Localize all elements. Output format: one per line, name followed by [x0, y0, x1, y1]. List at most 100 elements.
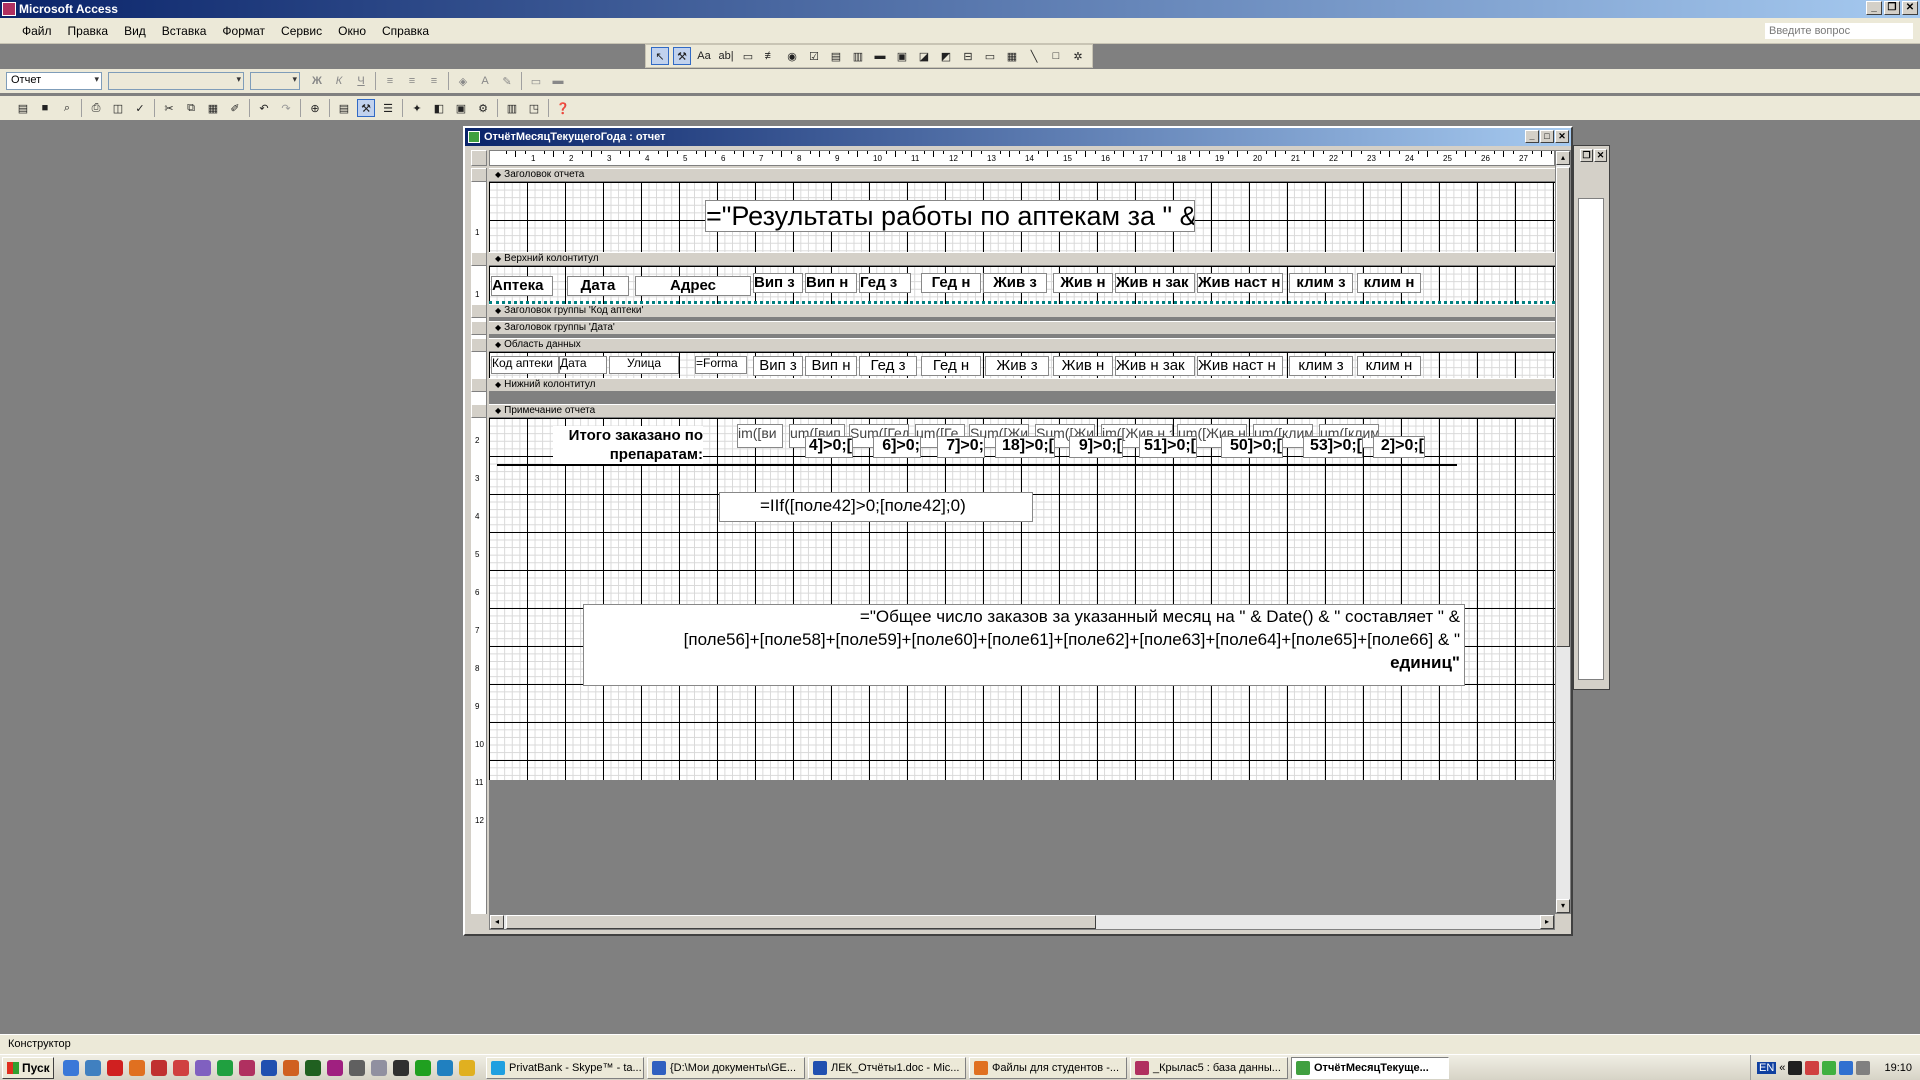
- language-indicator[interactable]: EN: [1757, 1062, 1777, 1074]
- task-report[interactable]: ОтчётМесяцТекуще...: [1291, 1056, 1449, 1079]
- report-design-surface[interactable]: ◆ Заголовок отчета ="Результаты работы по…: [489, 168, 1555, 914]
- header-label-klim-n[interactable]: клим н: [1357, 273, 1421, 293]
- more-controls-icon[interactable]: ✲: [1069, 47, 1087, 65]
- show-desktop-icon[interactable]: [85, 1059, 101, 1076]
- iif-field-zhiv-z[interactable]: 18]>0;[: [995, 436, 1055, 458]
- page-header-area[interactable]: Аптека Дата Адрес Вип з Вип н Гед з Гед …: [489, 266, 1555, 304]
- detail-field-vip-n[interactable]: Вип н: [805, 356, 857, 376]
- minimize-button[interactable]: _: [1866, 1, 1882, 15]
- section-group-header-date[interactable]: ◆ Заголовок группы 'Дата': [489, 321, 1555, 335]
- iif-expression-field[interactable]: =IIf([поле42]>0;[поле42];0): [719, 492, 1033, 522]
- app-icon[interactable]: [195, 1059, 211, 1076]
- copy-icon[interactable]: ⧉: [182, 99, 200, 117]
- menu-window[interactable]: Окно: [330, 24, 374, 38]
- restore-button[interactable]: ❐: [1884, 1, 1900, 15]
- section-selector[interactable]: [471, 378, 486, 392]
- detail-field-street[interactable]: Улица: [609, 356, 679, 374]
- header-label-ged-n[interactable]: Гед н: [921, 273, 981, 293]
- report-design-window[interactable]: ОтчётМесяцТекущегоГода : отчет _ □ ✕ 123…: [463, 126, 1573, 936]
- scroll-up-arrow-icon[interactable]: ▴: [1556, 151, 1570, 165]
- task-access-db[interactable]: _Крылас5 : база данны...: [1130, 1056, 1288, 1079]
- database-window-icon[interactable]: ▥: [503, 99, 521, 117]
- footer-divider-line[interactable]: [497, 464, 1457, 466]
- tray-icon[interactable]: [1839, 1061, 1854, 1075]
- section-selector[interactable]: [471, 304, 486, 318]
- horizontal-ruler[interactable]: 1 2 3 4 5 6 7 8 9 10 11 12 13 14 15 16 17 18 19 20 21 22 23 24 2…: [489, 150, 1555, 166]
- checkbox-tool-icon[interactable]: ☑: [805, 47, 823, 65]
- detail-field-ged-z[interactable]: Гед з: [859, 356, 917, 376]
- iif-field-klim-n[interactable]: 2]>0;[: [1373, 436, 1425, 458]
- header-label-zhiv-nast-n[interactable]: Жив наст н: [1197, 273, 1283, 293]
- help-icon[interactable]: ❓: [554, 99, 572, 117]
- iif-field-klim-z[interactable]: 53]>0;[: [1303, 436, 1363, 458]
- ask-question-input[interactable]: Введите вопрос: [1764, 22, 1914, 40]
- rectangle-tool-icon[interactable]: □: [1047, 47, 1065, 65]
- page-break-icon[interactable]: ⊟: [959, 47, 977, 65]
- section-selector[interactable]: [471, 321, 486, 335]
- header-label-zhiv-z[interactable]: Жив з: [983, 273, 1047, 293]
- task-firefox[interactable]: Файлы для студентов -...: [969, 1056, 1127, 1079]
- section-report-header[interactable]: ◆ Заголовок отчета: [489, 168, 1555, 182]
- section-selector[interactable]: [471, 338, 486, 352]
- report-close-button[interactable]: ✕: [1555, 130, 1569, 143]
- spelling-icon[interactable]: ✓: [131, 99, 149, 117]
- app-icon[interactable]: [415, 1059, 431, 1076]
- report-minimize-button[interactable]: _: [1525, 130, 1539, 143]
- combobox-tool-icon[interactable]: ▤: [827, 47, 845, 65]
- font-color-icon[interactable]: A: [476, 72, 494, 90]
- sum-field-vip-z[interactable]: im([ви: [737, 424, 783, 448]
- new-object-icon[interactable]: ◳: [525, 99, 543, 117]
- header-label-ged-z[interactable]: Гед з: [859, 273, 911, 293]
- report-footer-area[interactable]: Итого заказано по препаратам: im([ви um(…: [489, 418, 1555, 780]
- hyperlink-icon[interactable]: ⊕: [306, 99, 324, 117]
- ie-icon[interactable]: [63, 1059, 79, 1076]
- header-label-vip-n[interactable]: Вип н: [805, 273, 857, 293]
- toggle-button-icon[interactable]: ≢: [761, 47, 779, 65]
- excel-icon[interactable]: [217, 1059, 233, 1076]
- app-icon[interactable]: [349, 1059, 365, 1076]
- unbound-object-icon[interactable]: ◪: [915, 47, 933, 65]
- volume-icon[interactable]: [1856, 1061, 1871, 1075]
- app-icon[interactable]: [437, 1059, 453, 1076]
- save-icon[interactable]: ■: [36, 99, 54, 117]
- clock[interactable]: 19:10: [1884, 1062, 1912, 1074]
- section-page-header[interactable]: ◆ Верхний колонтитул: [489, 252, 1555, 266]
- file-search-icon[interactable]: ⌕: [58, 99, 76, 117]
- start-button[interactable]: Пуск: [2, 1056, 54, 1079]
- bg-close-button[interactable]: ✕: [1594, 149, 1607, 162]
- underline-icon[interactable]: Ч: [352, 72, 370, 90]
- special-effect-icon[interactable]: ▬: [549, 72, 567, 90]
- textbox-tool-icon[interactable]: ab|: [717, 47, 735, 65]
- detail-field-date[interactable]: Дата: [559, 356, 607, 374]
- opera-icon[interactable]: [107, 1059, 123, 1076]
- select-objects-icon[interactable]: ↖: [651, 47, 669, 65]
- option-group-icon[interactable]: ▭: [739, 47, 757, 65]
- iif-field-zhiv-nast[interactable]: 50]>0;[: [1221, 436, 1283, 458]
- code-icon[interactable]: ◧: [430, 99, 448, 117]
- toolbox-icon[interactable]: ⚒: [357, 99, 375, 117]
- menu-tools[interactable]: Сервис: [273, 24, 330, 38]
- command-button-icon[interactable]: ▬: [871, 47, 889, 65]
- print-icon[interactable]: ⎙: [87, 99, 105, 117]
- section-selector[interactable]: [471, 404, 486, 418]
- undo-icon[interactable]: ↶: [255, 99, 273, 117]
- summary-expression-field[interactable]: ="Общее число заказов за указанный месяц…: [583, 604, 1465, 686]
- app-icon[interactable]: [371, 1059, 387, 1076]
- iif-field-zhiv-n-zak[interactable]: 51]>0;[: [1139, 436, 1197, 458]
- section-report-footer[interactable]: ◆ Примечание отчета: [489, 404, 1555, 418]
- tab-control-icon[interactable]: ▭: [981, 47, 999, 65]
- menu-edit[interactable]: Правка: [60, 24, 117, 38]
- menu-help[interactable]: Справка: [374, 24, 437, 38]
- app-icon[interactable]: [151, 1059, 167, 1076]
- section-selector[interactable]: [471, 168, 486, 182]
- app-icon[interactable]: [327, 1059, 343, 1076]
- report-maximize-button[interactable]: □: [1540, 130, 1554, 143]
- scroll-down-arrow-icon[interactable]: ▾: [1556, 899, 1570, 913]
- option-button-icon[interactable]: ◉: [783, 47, 801, 65]
- header-label-klim-z[interactable]: клим з: [1289, 273, 1353, 293]
- field-list-icon[interactable]: ▤: [335, 99, 353, 117]
- properties-icon[interactable]: ▣: [452, 99, 470, 117]
- report-title-textbox[interactable]: ="Результаты работы по аптекам за " & Fo…: [705, 200, 1195, 232]
- firefox-icon[interactable]: [129, 1059, 145, 1076]
- font-name-combo[interactable]: [108, 72, 244, 90]
